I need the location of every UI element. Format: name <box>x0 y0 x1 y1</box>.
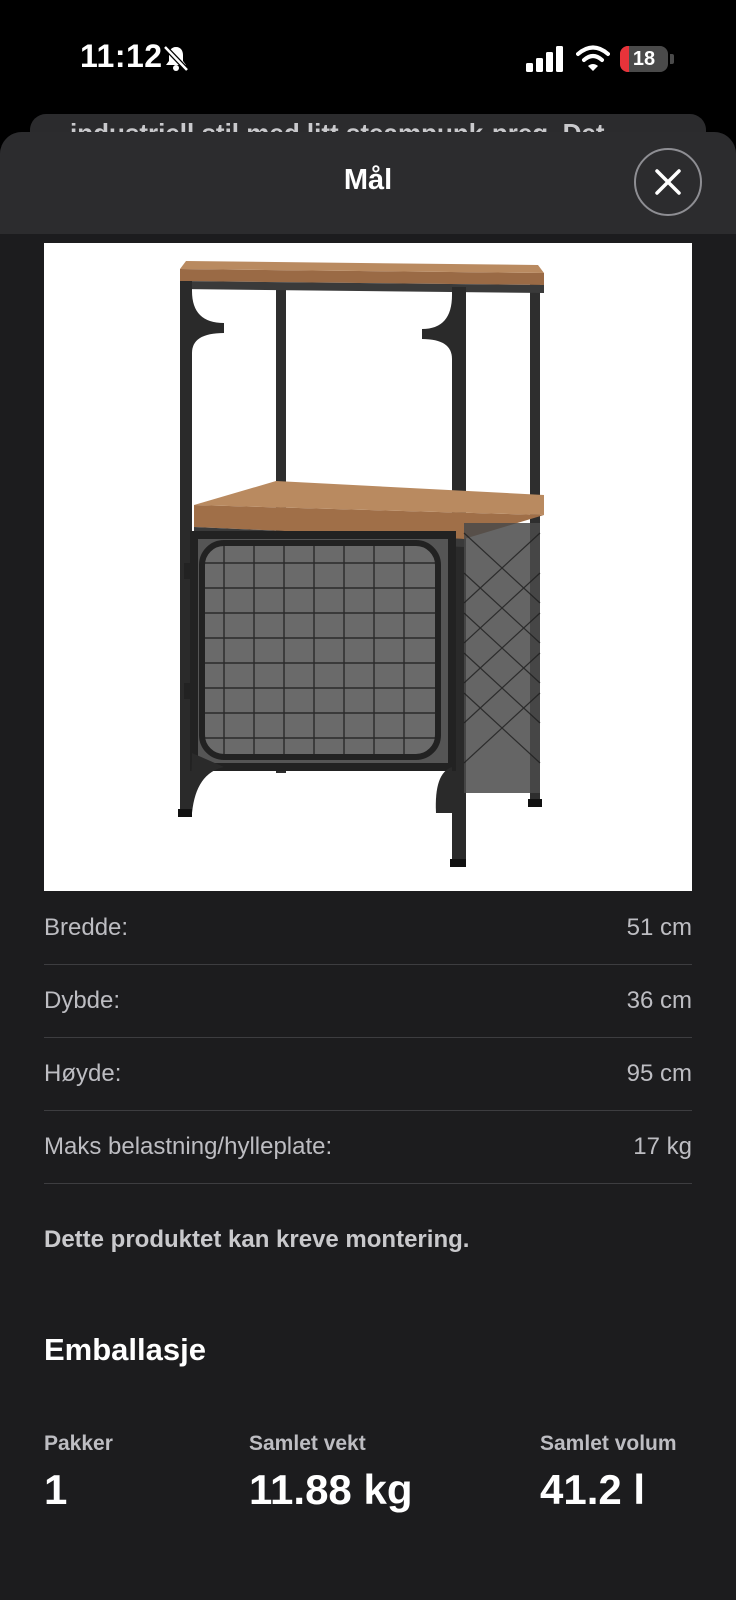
packaging-label: Pakker <box>44 1432 113 1455</box>
packaging-value: 41.2 l <box>540 1466 646 1513</box>
spec-value: 36 cm <box>626 987 692 1014</box>
packaging-total-volume: Samlet volum 41.2 l <box>540 1432 677 1514</box>
spec-value: 95 cm <box>626 1060 692 1087</box>
close-icon <box>655 169 681 195</box>
wifi-icon <box>576 45 610 71</box>
packaging-value: 1 <box>44 1466 68 1513</box>
spec-row-width: Bredde: 51 cm <box>44 892 692 965</box>
dimensions-sheet: Mål Bredde: 51 cm Dybde: 36 cm Høyde: 95… <box>0 132 736 1600</box>
packaging-label: Samlet volum <box>540 1432 677 1455</box>
spec-value: 17 kg <box>633 1133 692 1160</box>
spec-row-height: Høyde: 95 cm <box>44 1038 692 1111</box>
spec-row-max-load: Maks belastning/hylleplate: 17 kg <box>44 1111 692 1184</box>
packaging-heading: Emballasje <box>44 1332 206 1367</box>
product-image <box>44 243 692 891</box>
packaging-total-weight: Samlet vekt 11.88 kg <box>249 1432 412 1514</box>
battery-level: 18 <box>632 48 656 70</box>
sheet-header: Mål <box>0 132 736 234</box>
packaging-packages: Pakker 1 <box>44 1432 113 1514</box>
battery-cap <box>670 54 674 64</box>
battery-icon: 18 <box>620 46 668 72</box>
spec-value: 51 cm <box>626 914 692 941</box>
status-time: 11:12 <box>80 38 163 74</box>
status-bar: 11:12 18 <box>0 0 736 112</box>
cellular-signal-icon <box>526 46 563 72</box>
assembly-note: Dette produktet kan kreve montering. <box>44 1226 470 1253</box>
spec-label: Dybde: <box>44 987 121 1014</box>
packaging-value: 11.88 kg <box>249 1466 413 1513</box>
spec-label: Maks belastning/hylleplate: <box>44 1133 333 1160</box>
spec-label: Høyde: <box>44 1060 122 1087</box>
shelf-unit-illustration <box>178 261 544 867</box>
spec-label: Bredde: <box>44 914 129 941</box>
spec-row-depth: Dybde: 36 cm <box>44 965 692 1038</box>
bell-muted-icon <box>163 45 189 72</box>
sheet-title: Mål <box>343 164 393 196</box>
packaging-label: Samlet vekt <box>249 1432 366 1455</box>
close-button[interactable] <box>634 148 702 216</box>
